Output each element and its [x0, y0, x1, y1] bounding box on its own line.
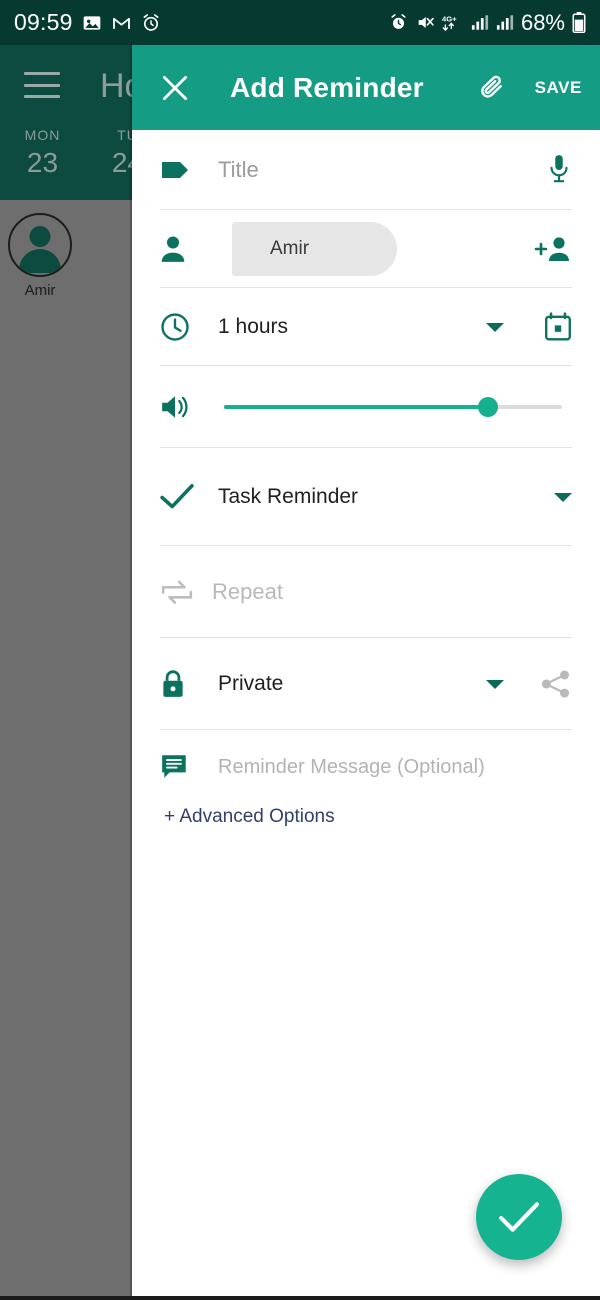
confirm-fab-button[interactable]: [476, 1174, 562, 1260]
day-tab-dow: MON: [24, 127, 61, 143]
signal-icon: [496, 14, 514, 31]
svg-text:4G+: 4G+: [442, 15, 457, 24]
network-4g-icon: 4G+: [442, 13, 464, 32]
chevron-down-icon[interactable]: [486, 322, 504, 332]
attachment-icon[interactable]: [477, 73, 507, 103]
repeat-icon: [160, 577, 204, 607]
image-icon: [82, 13, 102, 33]
volume-row[interactable]: [160, 366, 572, 448]
volume-slider[interactable]: [224, 392, 562, 422]
sheet-header: Add Reminder SAVE: [132, 45, 600, 130]
phone-screen: 09:59 4G+ 68% Ho MON 23 TU 24 Amir Add R…: [0, 0, 600, 1300]
mute-icon: [415, 13, 435, 32]
save-button[interactable]: SAVE: [535, 78, 582, 98]
repeat-row[interactable]: Repeat: [160, 546, 572, 638]
close-icon[interactable]: [158, 71, 192, 105]
status-bar-left: 09:59: [14, 9, 161, 36]
lock-icon: [160, 669, 204, 699]
repeat-label[interactable]: Repeat: [212, 579, 283, 605]
chevron-down-icon[interactable]: [554, 492, 572, 502]
chevron-down-icon[interactable]: [486, 679, 504, 689]
person-row[interactable]: Amir: [160, 210, 572, 288]
sheet-body: Title Amir 1 hours Task Reminder Repeat …: [132, 130, 600, 1300]
check-icon: [499, 1202, 539, 1232]
person-chip[interactable]: Amir: [232, 222, 397, 276]
volume-icon: [160, 393, 204, 421]
title-row[interactable]: Title: [160, 130, 572, 210]
clock-icon: [160, 312, 204, 342]
avatar-head: [29, 226, 51, 247]
title-input[interactable]: Title: [218, 157, 259, 183]
add-reminder-sheet: Add Reminder SAVE Title Amir 1 hours Tas…: [132, 45, 600, 1300]
slider-thumb[interactable]: [477, 397, 498, 417]
alarm-icon: [389, 13, 408, 32]
privacy-value-label: Private: [218, 672, 284, 695]
avatar-body: [19, 249, 61, 273]
advanced-options-link[interactable]: + Advanced Options: [160, 806, 572, 828]
status-bar: 09:59 4G+ 68%: [0, 0, 600, 45]
share-icon[interactable]: [532, 669, 572, 699]
person-icon: [160, 235, 204, 263]
gmail-icon: [111, 13, 132, 33]
reminder-message-row[interactable]: Reminder Message (Optional): [160, 730, 572, 804]
check-icon: [160, 483, 204, 511]
status-bar-right: 4G+ 68%: [389, 10, 586, 36]
navigation-bar: [0, 1296, 600, 1300]
battery-icon: [572, 12, 586, 33]
calendar-icon[interactable]: [532, 312, 572, 342]
signal-icon: [471, 14, 489, 31]
add-person-icon[interactable]: [532, 235, 572, 263]
day-tab[interactable]: MON 23: [0, 127, 85, 179]
message-icon: [160, 753, 204, 781]
battery-percent-label: 68%: [520, 9, 565, 35]
reminder-type-label: Task Reminder: [218, 485, 359, 508]
time-value-label: 1 hours: [218, 315, 289, 338]
time-row[interactable]: 1 hours: [160, 288, 572, 366]
status-bar-clock: 09:59: [14, 9, 73, 35]
page-title: Add Reminder: [230, 71, 424, 103]
avatar: [8, 213, 72, 277]
microphone-icon[interactable]: [532, 154, 572, 186]
tag-icon: [160, 158, 204, 182]
day-tab-number: 23: [26, 147, 59, 178]
background-avatar-block[interactable]: Amir: [8, 213, 72, 299]
alarm-icon: [141, 13, 161, 33]
privacy-row[interactable]: Private: [160, 638, 572, 730]
reminder-type-row[interactable]: Task Reminder: [160, 448, 572, 546]
avatar-name-label: Amir: [24, 282, 56, 299]
hamburger-icon[interactable]: [24, 72, 60, 98]
reminder-message-input[interactable]: Reminder Message (Optional): [218, 756, 485, 779]
slider-fill: [224, 405, 488, 409]
